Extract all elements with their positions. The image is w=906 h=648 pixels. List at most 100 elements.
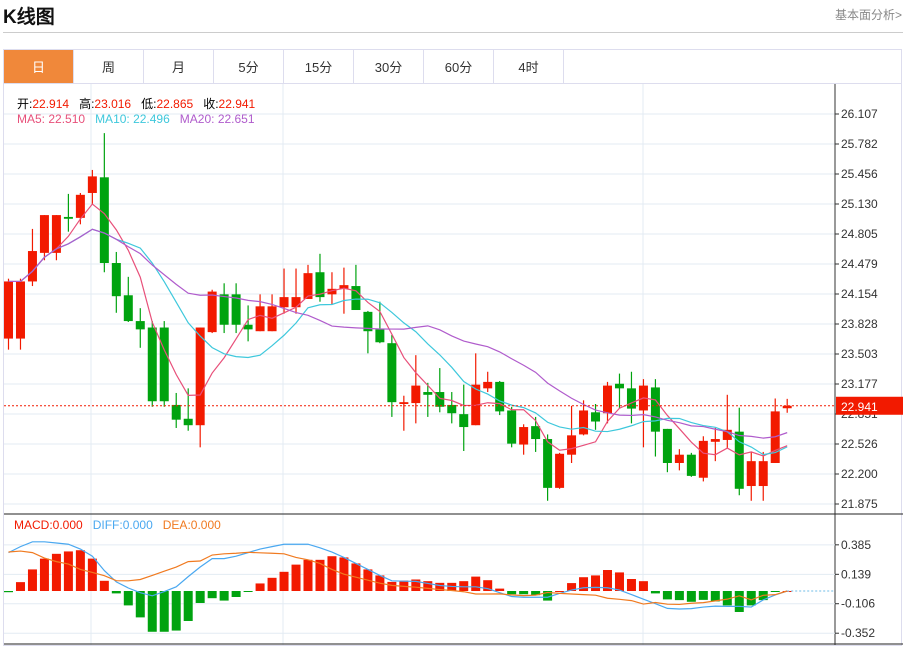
candle-body (159, 327, 169, 402)
macd-bar (147, 591, 157, 632)
candle-body (531, 426, 541, 440)
tab-6[interactable]: 60分 (424, 50, 494, 83)
macd-bar (734, 591, 744, 612)
macd-bar (27, 569, 37, 591)
macd-bar (39, 558, 49, 591)
last-price-label: 22.941 (841, 400, 878, 414)
macd-tick-label: 0.139 (841, 567, 871, 581)
y-tick-label: 25.456 (841, 167, 878, 181)
fundamental-analysis-link[interactable]: 基本面分析> (835, 6, 902, 23)
y-tick-label: 25.130 (841, 197, 878, 211)
candle-body (15, 281, 25, 339)
tab-4[interactable]: 15分 (284, 50, 354, 83)
high-label: 高: (79, 97, 95, 111)
candle-body (387, 343, 397, 403)
macd-bar (63, 551, 73, 591)
candle-body (507, 410, 517, 444)
candle-body (4, 281, 13, 339)
macd-readout: MACD:0.000 DIFF:0.000 DEA:0.000 (14, 518, 221, 532)
candle-body (495, 381, 505, 412)
candle-body (543, 439, 553, 488)
candle-body (207, 291, 217, 333)
tab-1[interactable]: 周 (74, 50, 144, 83)
macd-bar (638, 581, 648, 591)
candle-body (686, 454, 696, 476)
ma10-value: MA10: 22.496 (95, 112, 170, 126)
tab-5[interactable]: 30分 (354, 50, 424, 83)
candle-body (135, 321, 145, 330)
macd-bar (650, 591, 660, 594)
y-tick-label: 23.177 (841, 377, 878, 391)
candle-body (674, 454, 684, 463)
macd-tick-label: -0.352 (841, 626, 875, 640)
candle-body (291, 297, 301, 308)
macd-bar (495, 588, 505, 591)
macd-bar (195, 591, 205, 603)
dea-value: DEA:0.000 (162, 518, 221, 532)
tab-0[interactable]: 日 (4, 50, 74, 83)
macd-bar (279, 571, 289, 591)
candle-body (567, 435, 577, 455)
macd-bar (267, 577, 277, 591)
tab-2[interactable]: 月 (144, 50, 214, 83)
macd-bar (327, 556, 337, 591)
macd-bar (770, 591, 780, 592)
y-tick-label: 24.805 (841, 227, 878, 241)
candle-body (746, 461, 756, 487)
macd-bar (459, 581, 469, 591)
macd-bar (123, 591, 133, 606)
macd-bar (135, 591, 145, 618)
macd-bar (243, 591, 253, 592)
macd-bar (698, 591, 708, 600)
macd-bar (387, 581, 397, 591)
y-tick-label: 25.782 (841, 137, 878, 151)
candle-body (219, 294, 229, 325)
candle-body (662, 428, 672, 463)
candle-body (483, 381, 493, 389)
candle-body (27, 251, 37, 282)
y-tick-label: 24.154 (841, 287, 878, 301)
ma20-line (8, 228, 788, 439)
macd-bar (471, 576, 481, 591)
macd-tick-label: -0.106 (841, 597, 875, 611)
y-tick-label: 22.526 (841, 437, 878, 451)
macd-bar (159, 591, 169, 632)
candle-body (99, 177, 109, 264)
y-tick-label: 26.107 (841, 107, 878, 121)
y-tick-label: 21.875 (841, 497, 878, 511)
macd-bar (171, 591, 181, 631)
y-tick-label: 22.200 (841, 467, 878, 481)
macd-bar (614, 572, 624, 591)
macd-bar (519, 591, 529, 595)
macd-bar (674, 591, 684, 601)
close-value: 22.941 (218, 97, 256, 111)
macd-bar (183, 591, 193, 621)
candle-body (171, 404, 181, 420)
candle-body (734, 431, 744, 489)
close-label: 收: (203, 97, 219, 111)
candle-body (123, 295, 133, 322)
macd-bar (207, 591, 217, 599)
candle-body (147, 327, 157, 402)
tab-3[interactable]: 5分 (214, 50, 284, 83)
candle-body (614, 383, 624, 389)
candle-body (758, 461, 768, 487)
candle-body (399, 402, 409, 405)
candle-body (591, 412, 601, 422)
macd-bar (87, 558, 97, 591)
candle-body (183, 418, 193, 426)
macd-bar (291, 564, 301, 591)
kline-chart[interactable]: 26.107 25.782 25.456 25.130 24.805 24.479 24.1… (3, 84, 903, 646)
candle-body (87, 176, 97, 193)
candle-body (698, 440, 708, 478)
candle-body (459, 414, 469, 428)
y-tick-label: 24.479 (841, 257, 878, 271)
open-label: 开: (17, 97, 33, 111)
macd-bar (255, 583, 265, 591)
macd-bar (51, 553, 61, 591)
tab-7[interactable]: 4时 (494, 50, 564, 83)
candle-body (519, 427, 529, 445)
page-title: K线图 (3, 7, 55, 28)
candle-body (603, 385, 612, 414)
candle-body (255, 306, 265, 332)
